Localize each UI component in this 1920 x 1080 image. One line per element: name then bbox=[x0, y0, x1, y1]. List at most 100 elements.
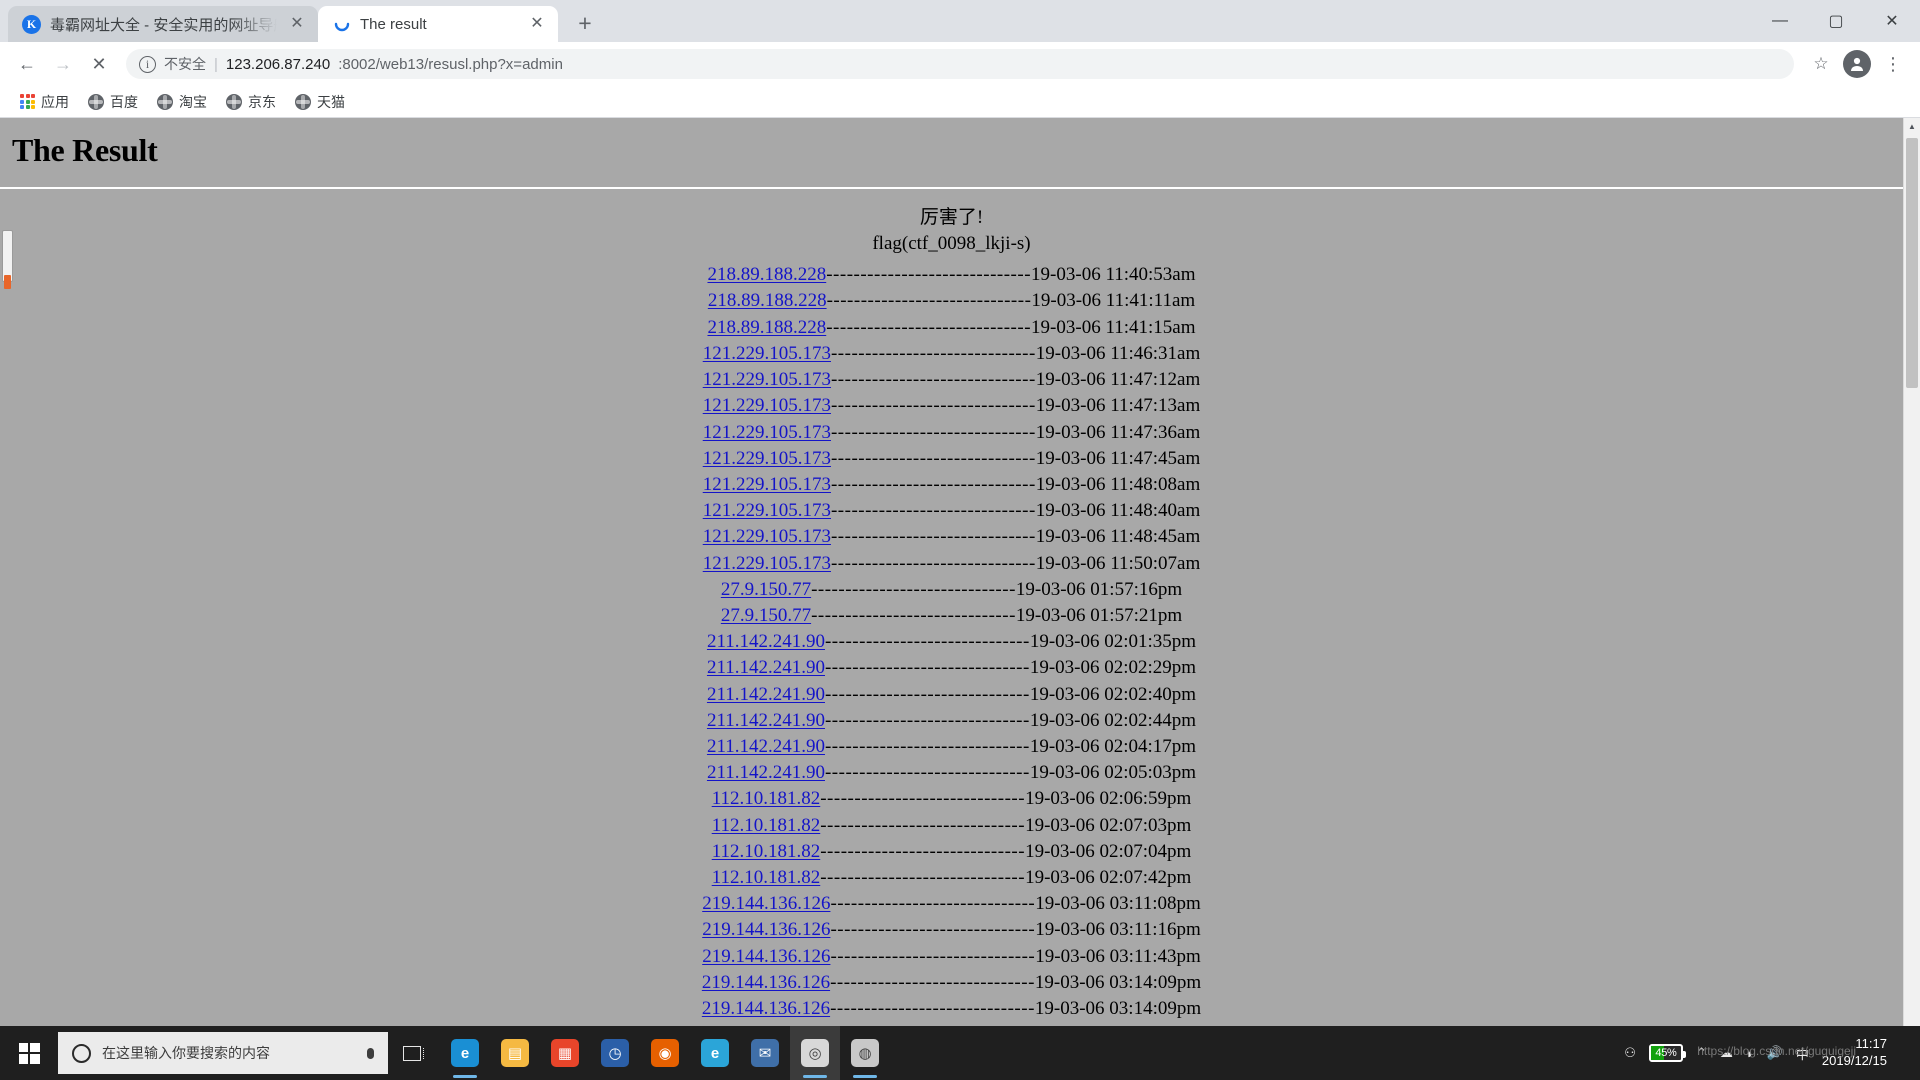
log-row: 121.229.105.173 -------------------------… bbox=[0, 472, 1903, 498]
log-ip-link[interactable]: 219.144.136.126 bbox=[702, 996, 830, 1022]
address-bar[interactable]: i 不安全 | 123.206.87.240:8002/web13/resusl… bbox=[126, 49, 1794, 79]
bookmarks-bar: 应用 百度 淘宝 京东 天猫 bbox=[0, 86, 1920, 118]
log-timestamp: 19-03-06 02:04:17pm bbox=[1029, 735, 1197, 757]
log-timestamp: 19-03-06 11:48:45am bbox=[1035, 526, 1201, 548]
taskbar-app-clock[interactable]: ◷ bbox=[590, 1026, 640, 1080]
log-ip-link[interactable]: 211.142.241.90 bbox=[707, 655, 825, 681]
log-ip-link[interactable]: 121.229.105.173 bbox=[703, 551, 831, 577]
taskbar-app-firefox[interactable]: ◉ bbox=[640, 1026, 690, 1080]
taskbar-app-browser-other[interactable]: ◍ bbox=[840, 1026, 890, 1080]
task-view-button[interactable] bbox=[388, 1026, 436, 1080]
taskbar-app-mail[interactable]: ✉ bbox=[740, 1026, 790, 1080]
bookmark-taobao[interactable]: 淘宝 bbox=[149, 88, 215, 116]
log-row: 112.10.181.82 ---------------------------… bbox=[0, 813, 1903, 839]
log-ip-link[interactable]: 219.144.136.126 bbox=[702, 970, 830, 996]
log-ip-link[interactable]: 218.89.188.228 bbox=[708, 288, 827, 314]
log-row: 219.144.136.126 -------------------------… bbox=[0, 944, 1903, 970]
bookmark-jd[interactable]: 京东 bbox=[218, 88, 284, 116]
url-path: :8002/web13/resusl.php?x=admin bbox=[338, 55, 563, 73]
loading-spinner-icon bbox=[332, 15, 351, 34]
log-ip-link[interactable]: 112.10.181.82 bbox=[712, 839, 821, 865]
log-row: 218.89.188.228 --------------------------… bbox=[0, 288, 1903, 314]
log-separator: ------------------------------ bbox=[830, 552, 1036, 574]
log-ip-link[interactable]: 218.89.188.228 bbox=[707, 315, 826, 341]
log-ip-link[interactable]: 121.229.105.173 bbox=[703, 420, 831, 446]
log-separator: ------------------------------ bbox=[830, 526, 1036, 548]
edge-icon: e bbox=[451, 1039, 479, 1067]
log-timestamp: 19-03-06 02:01:35pm bbox=[1029, 631, 1197, 653]
log-ip-link[interactable]: 121.229.105.173 bbox=[703, 393, 831, 419]
log-ip-link[interactable]: 27.9.150.77 bbox=[721, 577, 811, 603]
close-icon[interactable]: ✕ bbox=[286, 13, 308, 35]
action-center-icon[interactable] bbox=[1904, 1038, 1910, 1068]
globe-icon bbox=[157, 93, 173, 110]
taskbar-app-edge-legacy[interactable]: e bbox=[690, 1026, 740, 1080]
log-ip-link[interactable]: 112.10.181.82 bbox=[712, 865, 821, 891]
scrollbar-thumb[interactable] bbox=[1906, 138, 1918, 388]
log-ip-link[interactable]: 121.229.105.173 bbox=[703, 472, 831, 498]
log-ip-link[interactable]: 112.10.181.82 bbox=[712, 813, 821, 839]
log-separator: ------------------------------ bbox=[824, 735, 1030, 757]
log-ip-link[interactable]: 121.229.105.173 bbox=[703, 341, 831, 367]
log-timestamp: 19-03-06 02:02:44pm bbox=[1029, 709, 1197, 731]
chrome-menu-icon[interactable]: ⋮ bbox=[1876, 47, 1910, 81]
info-icon[interactable]: i bbox=[139, 55, 156, 73]
log-ip-link[interactable]: 219.144.136.126 bbox=[702, 917, 830, 943]
battery-icon[interactable]: 45% bbox=[1648, 1044, 1686, 1062]
bookmark-baidu[interactable]: 百度 bbox=[80, 88, 146, 116]
new-tab-button[interactable]: + bbox=[568, 6, 602, 40]
taskbar-search-input[interactable]: 在这里输入你要搜索的内容 bbox=[58, 1032, 388, 1074]
log-timestamp: 19-03-06 03:14:09pm bbox=[1034, 971, 1202, 993]
flag-block: 厉害了! flag(ctf_0098_lkji-s) bbox=[0, 205, 1903, 256]
log-ip-link[interactable]: 211.142.241.90 bbox=[707, 629, 825, 655]
close-window-icon[interactable]: ✕ bbox=[1864, 0, 1920, 42]
microphone-icon[interactable] bbox=[362, 1047, 378, 1059]
scroll-up-icon[interactable]: ▲ bbox=[1904, 118, 1920, 135]
log-timestamp: 19-03-06 11:40:53am bbox=[1031, 264, 1196, 286]
firefox-icon: ◉ bbox=[651, 1039, 679, 1067]
tab-the-result[interactable]: The result ✕ bbox=[318, 6, 558, 42]
log-ip-link[interactable]: 121.229.105.173 bbox=[703, 524, 831, 550]
log-ip-link[interactable]: 211.142.241.90 bbox=[707, 708, 825, 734]
log-ip-link[interactable]: 211.142.241.90 bbox=[707, 682, 825, 708]
log-ip-link[interactable]: 121.229.105.173 bbox=[703, 446, 831, 472]
bookmark-star-icon[interactable]: ☆ bbox=[1804, 47, 1838, 81]
profile-avatar[interactable] bbox=[1840, 47, 1874, 81]
tab-duba[interactable]: K 毒霸网址大全 - 安全实用的网址导航 ✕ bbox=[8, 6, 318, 42]
log-ip-link[interactable]: 121.229.105.173 bbox=[703, 367, 831, 393]
taskbar-app-edge[interactable]: e bbox=[440, 1026, 490, 1080]
maximize-icon[interactable]: ▢ bbox=[1808, 0, 1864, 42]
taskbar-app-file-explorer[interactable]: ▤ bbox=[490, 1026, 540, 1080]
tab-title: 毒霸网址大全 - 安全实用的网址导航 bbox=[50, 16, 277, 34]
forward-icon[interactable]: → bbox=[46, 47, 80, 81]
bookmark-tmall[interactable]: 天猫 bbox=[287, 88, 353, 116]
log-ip-link[interactable]: 219.144.136.126 bbox=[702, 944, 830, 970]
back-icon[interactable]: ← bbox=[10, 47, 44, 81]
cortana-icon bbox=[72, 1043, 91, 1063]
taskbar-app-microsoft-store[interactable]: ▦ bbox=[540, 1026, 590, 1080]
log-ip-link[interactable]: 121.229.105.173 bbox=[703, 498, 831, 524]
log-separator: ------------------------------ bbox=[820, 866, 1026, 888]
log-timestamp: 19-03-06 03:11:08pm bbox=[1035, 893, 1201, 915]
page-scrollbar[interactable]: ▲ bbox=[1903, 118, 1920, 1026]
log-ip-link[interactable]: 211.142.241.90 bbox=[707, 760, 825, 786]
log-ip-link[interactable]: 218.89.188.228 bbox=[707, 262, 826, 288]
log-row: 219.144.136.126 -------------------------… bbox=[0, 917, 1903, 943]
log-timestamp: 19-03-06 02:02:29pm bbox=[1029, 657, 1197, 679]
minimize-icon[interactable]: — bbox=[1752, 0, 1808, 42]
log-ip-link[interactable]: 219.144.136.126 bbox=[702, 891, 830, 917]
close-icon[interactable]: ✕ bbox=[526, 13, 548, 35]
start-button[interactable] bbox=[0, 1026, 58, 1080]
log-ip-link[interactable]: 112.10.181.82 bbox=[712, 786, 821, 812]
stop-loading-icon[interactable]: ✕ bbox=[82, 47, 116, 81]
clock-time: 11:17 bbox=[1855, 1036, 1887, 1052]
people-icon[interactable]: ⚇ bbox=[1624, 1045, 1636, 1061]
taskbar-app-chrome[interactable]: ◎ bbox=[790, 1026, 840, 1080]
log-ip-link[interactable]: 27.9.150.77 bbox=[721, 603, 811, 629]
omnibox-separator: | bbox=[214, 55, 218, 73]
log-ip-link[interactable]: 211.142.241.90 bbox=[707, 734, 825, 760]
bookmark-apps[interactable]: 应用 bbox=[12, 88, 77, 116]
log-separator: ------------------------------ bbox=[830, 893, 1036, 915]
log-timestamp: 19-03-06 03:11:16pm bbox=[1035, 919, 1201, 941]
log-row: 112.10.181.82 ---------------------------… bbox=[0, 839, 1903, 865]
